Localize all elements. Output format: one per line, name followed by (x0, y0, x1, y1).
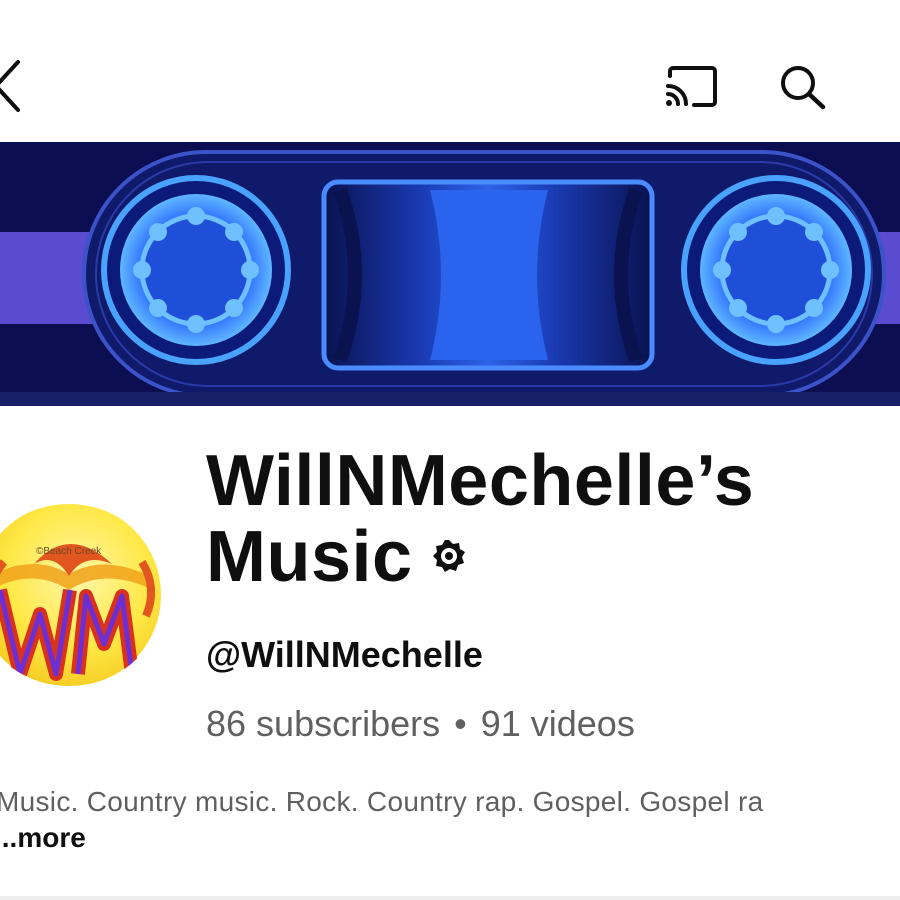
channel-name-line2: Music (206, 517, 413, 597)
video-count: 91 videos (480, 703, 635, 744)
more-link[interactable]: ...more (0, 822, 86, 854)
channel-stats: 86 subscribers • 91 videos (206, 703, 635, 745)
verified-badge-icon (432, 539, 465, 572)
divider (0, 896, 900, 900)
avatar-watermark: ©Beach Creek (36, 546, 102, 557)
channel-banner (0, 142, 900, 406)
channel-name: WillNMechelle’s Music (206, 443, 754, 595)
cast-icon[interactable] (664, 66, 718, 108)
cassette-tape-banner (0, 142, 900, 406)
back-icon[interactable] (0, 58, 22, 114)
channel-description[interactable]: Music. Country music. Rock. Country rap.… (0, 786, 763, 818)
channel-name-line1: WillNMechelle’s (206, 441, 755, 521)
search-icon[interactable] (778, 64, 828, 110)
channel-name-line2-row: Music (206, 519, 754, 595)
channel-logo-wm: ©Beach Creek (0, 504, 161, 686)
channel-handle: @WillNMechelle (206, 634, 483, 675)
top-app-bar (0, 0, 900, 140)
stats-separator: • (454, 703, 467, 744)
avatar[interactable]: ©Beach Creek (0, 504, 164, 686)
subscriber-count: 86 subscribers (206, 703, 441, 744)
